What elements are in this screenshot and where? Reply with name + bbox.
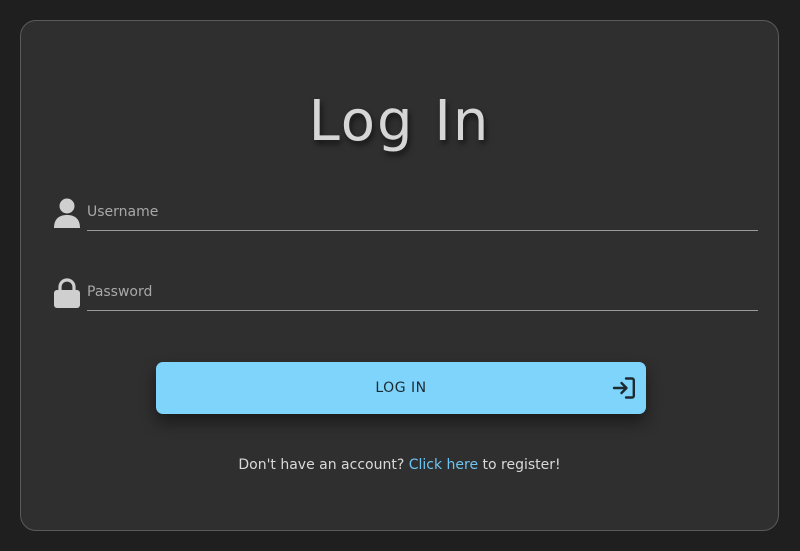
login-arrow-icon: [612, 377, 635, 399]
login-button[interactable]: LOG IN: [156, 362, 646, 414]
password-input[interactable]: [87, 273, 758, 311]
register-prompt-suffix: to register!: [482, 457, 561, 473]
register-prompt: Don't have an account? Click here to reg…: [21, 457, 778, 473]
login-button-label: LOG IN: [375, 380, 427, 396]
lock-icon: [54, 278, 80, 308]
register-link[interactable]: Click here: [409, 457, 478, 473]
username-field-group: [53, 193, 758, 233]
username-input[interactable]: [87, 193, 758, 231]
page-title: Log In: [308, 89, 491, 154]
user-icon: [54, 198, 80, 228]
password-field-group: [53, 273, 758, 313]
login-card: Log In LOG IN Don't have an account? Cli…: [20, 20, 779, 531]
register-prompt-prefix: Don't have an account?: [238, 457, 405, 473]
